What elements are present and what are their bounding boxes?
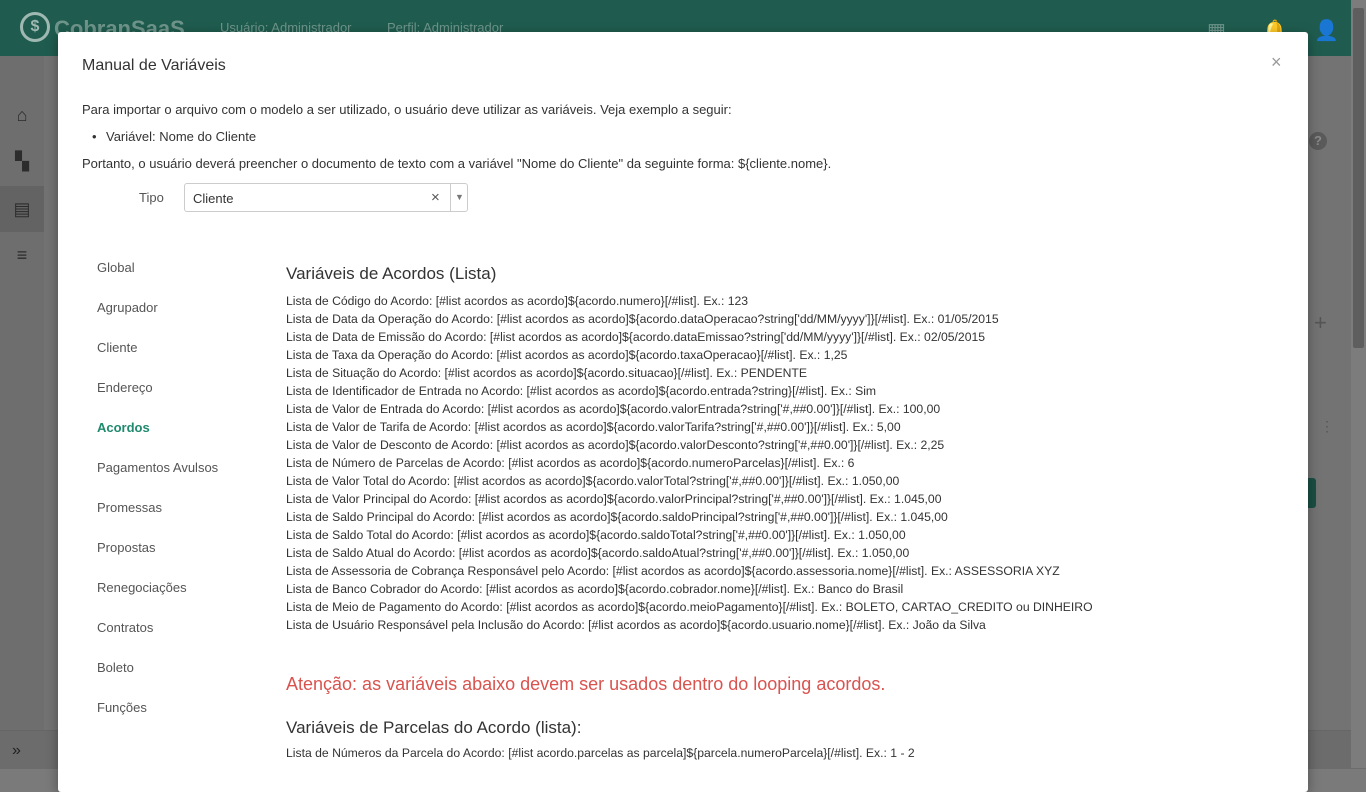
variable-line: Lista de Saldo Atual do Acordo: [#list a… (286, 546, 910, 560)
clear-icon[interactable]: × (431, 189, 440, 206)
close-icon[interactable]: × (1271, 52, 1282, 73)
variable-line: Lista de Valor de Desconto de Acordo: [#… (286, 438, 945, 452)
warning-text: Atenção: as variáveis abaixo devem ser u… (286, 674, 886, 694)
variable-line: Lista de Taxa da Operação do Acordo: [#l… (286, 348, 848, 362)
variable-category-nav: Global Agrupador Cliente Endereço Acordo… (97, 254, 247, 734)
nav-item-endereco[interactable]: Endereço (97, 374, 247, 414)
nav-item-pagamentos-avulsos[interactable]: Pagamentos Avulsos (97, 454, 247, 494)
intro-text: Para importar o arquivo com o modelo a s… (82, 102, 732, 117)
user-icon[interactable]: 👤 (1314, 18, 1339, 43)
chevron-down-icon[interactable]: ▼ (455, 192, 464, 202)
tipo-select[interactable]: Cliente × ▼ (184, 183, 468, 212)
nav-item-acordos[interactable]: Acordos (97, 414, 247, 454)
nav-item-funcoes[interactable]: Funções (97, 694, 247, 734)
variable-line: Lista de Valor de Entrada do Acordo: [#l… (286, 402, 941, 416)
nav-item-propostas[interactable]: Propostas (97, 534, 247, 574)
variable-line: Lista de Meio de Pagamento do Acordo: [#… (286, 600, 1093, 614)
variable-line: Lista de Usuário Responsável pela Inclus… (286, 618, 986, 632)
app-logo-icon: $ (20, 12, 50, 42)
variable-line: Lista de Data da Operação do Acordo: [#l… (286, 312, 999, 326)
variable-line: Lista de Identificador de Entrada no Aco… (286, 384, 877, 398)
variable-line: Lista de Assessoria de Cobrança Responsá… (286, 564, 1060, 578)
variable-line: Lista de Saldo Principal do Acordo: [#li… (286, 510, 948, 524)
example-bullet: Variável: Nome do Cliente (92, 129, 256, 144)
dashboard-icon[interactable]: ▚ (0, 138, 44, 184)
double-chevron-right-icon[interactable]: » (12, 742, 21, 760)
nav-item-cliente[interactable]: Cliente (97, 334, 247, 374)
variable-line: Lista de Banco Cobrador do Acordo: [#lis… (286, 582, 904, 596)
scrollbar-thumb[interactable] (1353, 8, 1364, 348)
variable-line: Lista de Número de Parcelas de Acordo: [… (286, 456, 855, 470)
variable-line: Lista de Saldo Total do Acordo: [#list a… (286, 528, 906, 542)
help-icon[interactable]: ? (1309, 132, 1327, 150)
tipo-select-value: Cliente (193, 191, 234, 206)
conclusion-text: Portanto, o usuário deverá preencher o d… (82, 156, 832, 171)
library-icon[interactable]: ▤ (0, 186, 44, 232)
app-sidebar: ⌂ ▚ ▤ ≡ (0, 56, 44, 768)
variable-line: Lista de Valor Principal do Acordo: [#li… (286, 492, 942, 506)
variables-manual-modal: Manual de Variáveis × Para importar o ar… (58, 32, 1308, 792)
section-title-acordos: Variáveis de Acordos (Lista) (286, 264, 497, 283)
more-vertical-icon[interactable]: ⋮ (1320, 418, 1334, 435)
variables-content: Variáveis de Acordos (Lista) Lista de Có… (286, 264, 1286, 762)
nav-item-renegociacoes[interactable]: Renegociações (97, 574, 247, 614)
select-separator (450, 184, 451, 211)
nav-item-agrupador[interactable]: Agrupador (97, 294, 247, 334)
variable-line: Lista de Valor Total do Acordo: [#list a… (286, 474, 900, 488)
plus-icon[interactable]: + (1314, 310, 1327, 336)
variable-line: Lista de Números da Parcela do Acordo: [… (286, 746, 915, 760)
modal-title: Manual de Variáveis (82, 57, 226, 74)
section-title-parcelas: Variáveis de Parcelas do Acordo (lista): (286, 718, 582, 737)
nav-item-global[interactable]: Global (97, 254, 247, 294)
variable-line: Lista de Data de Emissão do Acordo: [#li… (286, 330, 986, 344)
tipo-label: Tipo (139, 190, 164, 205)
variable-line: Lista de Situação do Acordo: [#list acor… (286, 366, 807, 380)
nav-item-promessas[interactable]: Promessas (97, 494, 247, 534)
nav-item-contratos[interactable]: Contratos (97, 614, 247, 654)
home-icon[interactable]: ⌂ (0, 92, 44, 138)
sliders-icon[interactable]: ≡ (0, 232, 44, 278)
nav-item-boleto[interactable]: Boleto (97, 654, 247, 694)
variable-line: Lista de Valor de Tarifa de Acordo: [#li… (286, 420, 901, 434)
page-scrollbar[interactable] (1351, 0, 1366, 768)
variable-line: Lista de Código do Acordo: [#list acordo… (286, 294, 749, 308)
